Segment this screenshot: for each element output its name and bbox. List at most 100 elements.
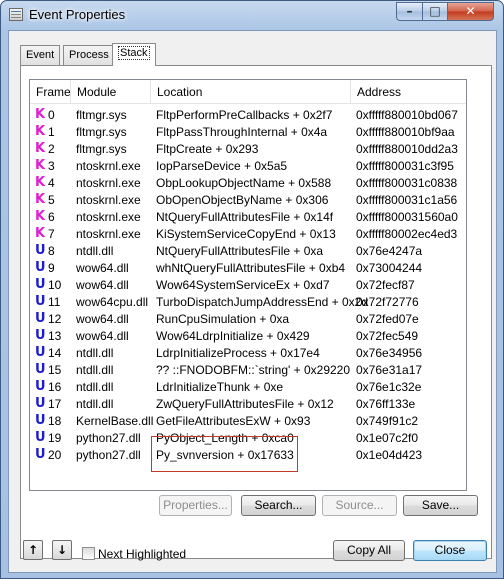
source-button[interactable]: Source...	[322, 495, 397, 516]
properties-button-label: Properties...	[163, 498, 228, 512]
frame-cell: 1	[48, 125, 55, 139]
stack-row[interactable]: K 2 fltmgr.sys FltpCreate + 0x293 0xfffff880…	[30, 141, 466, 158]
copy-all-button[interactable]: Copy All	[333, 540, 405, 561]
highlight-annotation-box	[151, 436, 298, 472]
frame-cell: 10	[48, 278, 62, 292]
frame-cell: 2	[48, 142, 55, 156]
address-cell: 0xfffff880010dd2a3	[356, 142, 458, 156]
location-cell: TurboDispatchJumpAddressEnd + 0x2d	[156, 295, 369, 309]
address-cell: 0x72fecf87	[356, 278, 415, 292]
stack-row[interactable]: U 18 KernelBase.dll GetFileAttributesExW + …	[30, 413, 466, 430]
user-frame-icon: U	[35, 413, 46, 428]
frame-cell: 6	[48, 210, 55, 224]
location-cell: whNtQueryFullAttributesFile + 0xb4	[156, 261, 346, 275]
address-cell: 0x1e04d423	[356, 448, 423, 462]
save-button[interactable]: Save...	[403, 495, 478, 516]
location-cell: LdrInitializeThunk + 0xe	[156, 380, 284, 394]
address-cell: 0x72fed07e	[356, 312, 419, 326]
stack-row[interactable]: K 0 fltmgr.sys FltpPerformPreCallbacks + 0x…	[30, 107, 466, 124]
column-header-module[interactable]: Module	[77, 85, 116, 99]
stack-row[interactable]: U 10 wow64.dll Wow64SystemServiceEx + 0xd7 0…	[30, 277, 466, 294]
column-header-frame[interactable]: Frame	[36, 85, 71, 99]
stack-row[interactable]: K 4 ntoskrnl.exe ObpLookupObjectName + 0x58…	[30, 175, 466, 192]
module-cell: fltmgr.sys	[76, 108, 127, 122]
user-frame-icon: U	[35, 243, 46, 258]
location-cell: IopParseDevice + 0x5a5	[156, 159, 288, 173]
frame-cell: 4	[48, 176, 55, 190]
user-frame-icon: U	[35, 447, 46, 462]
stack-row[interactable]: K 3 ntoskrnl.exe IopParseDevice + 0x5a5 0xff…	[30, 158, 466, 175]
user-frame-icon: U	[35, 362, 46, 377]
move-up-button[interactable]: ↑	[23, 540, 43, 560]
tab-process[interactable]: Process	[63, 45, 115, 65]
module-cell: ntdll.dll	[76, 380, 114, 394]
stack-row[interactable]: U 15 ntdll.dll ?? ::FNODOBFM::`string' + 0…	[30, 362, 466, 379]
properties-button[interactable]: Properties...	[159, 495, 232, 516]
user-frame-icon: U	[35, 430, 46, 445]
frame-cell: 12	[48, 312, 62, 326]
stack-row[interactable]: U 16 ntdll.dll LdrInitializeThunk + 0xe 0x76…	[30, 379, 466, 396]
location-cell: ObpLookupObjectName + 0x588	[156, 176, 332, 190]
stack-row[interactable]: U 17 ntdll.dll ZwQueryFullAttributesFile + …	[30, 396, 466, 413]
user-frame-icon: U	[35, 294, 46, 309]
maximize-button[interactable]: □	[422, 2, 448, 21]
stack-row[interactable]: U 8 ntdll.dll NtQueryFullAttributesFile + 0…	[30, 243, 466, 260]
stack-row[interactable]: U 9 wow64.dll whNtQueryFullAttributesFile +…	[30, 260, 466, 277]
close-button[interactable]: Close	[413, 540, 487, 561]
address-cell: 0xfffff880010bf9aa	[356, 125, 455, 139]
tab-event[interactable]: Event	[20, 45, 61, 65]
address-cell: 0xfffff800031c3f95	[356, 159, 454, 173]
column-divider[interactable]	[150, 80, 151, 104]
location-cell: FltpCreate + 0x293	[156, 142, 259, 156]
frame-cell: 9	[48, 261, 55, 275]
module-cell: ntoskrnl.exe	[76, 176, 141, 190]
search-button[interactable]: Search...	[241, 495, 316, 516]
address-cell: 0x1e07c2f0	[356, 431, 419, 445]
module-cell: wow64.dll	[76, 329, 129, 343]
next-highlighted-checkbox[interactable]	[82, 547, 95, 560]
stack-row[interactable]: U 14 ntdll.dll LdrpInitializeProcess + 0x17…	[30, 345, 466, 362]
stack-row[interactable]: K 5 ntoskrnl.exe ObOpenObjectByName + 0x306…	[30, 192, 466, 209]
address-cell: 0x72fec549	[356, 329, 419, 343]
kernel-frame-icon: K	[35, 158, 46, 173]
column-header-address[interactable]: Address	[357, 85, 401, 99]
close-window-button[interactable]: ✕	[447, 2, 494, 21]
frame-cell: 17	[48, 397, 62, 411]
location-cell: RunCpuSimulation + 0xa	[156, 312, 290, 326]
module-cell: wow64.dll	[76, 312, 129, 326]
stack-row[interactable]: U 13 wow64.dll Wow64LdrpInitialize + 0x429 0…	[30, 328, 466, 345]
column-divider[interactable]	[70, 80, 71, 104]
next-highlighted-label[interactable]: Next Highlighted	[98, 547, 186, 561]
stack-list[interactable]: Frame Module Location Address K 0 fltmgr.s…	[29, 79, 467, 491]
stack-row[interactable]: K 6 ntoskrnl.exe NtQueryFullAttributesFile …	[30, 209, 466, 226]
column-header-location[interactable]: Location	[157, 85, 202, 99]
location-cell: FltpPassThroughInternal + 0x4a	[156, 125, 328, 139]
title-bar[interactable]: Event Properties – □ ✕	[1, 1, 503, 29]
kernel-frame-icon: K	[35, 175, 46, 190]
close-button-label: Close	[434, 543, 466, 557]
stack-row[interactable]: U 12 wow64.dll RunCpuSimulation + 0xa 0x72fe…	[30, 311, 466, 328]
frame-cell: 14	[48, 346, 62, 360]
minimize-button[interactable]: –	[396, 2, 423, 21]
search-button-label: Search...	[254, 498, 303, 512]
stack-row[interactable]: K 1 fltmgr.sys FltpPassThroughInternal + 0x…	[30, 124, 466, 141]
kernel-frame-icon: K	[35, 209, 46, 224]
frame-cell: 3	[48, 159, 55, 173]
move-down-button[interactable]: ↓	[52, 540, 72, 560]
location-cell: Wow64SystemServiceEx + 0xd7	[156, 278, 330, 292]
location-cell: Wow64LdrpInitialize + 0x429	[156, 329, 310, 343]
frame-cell: 18	[48, 414, 62, 428]
address-cell: 0x72f72776	[356, 295, 419, 309]
tab-process-label: Process	[69, 49, 109, 61]
stack-row[interactable]: U 11 wow64cpu.dll TurboDispatchJumpAddressE…	[30, 294, 466, 311]
column-divider[interactable]	[350, 80, 351, 104]
address-cell: 0xfffff800031560a0	[356, 210, 458, 224]
location-cell: NtQueryFullAttributesFile + 0xa	[156, 244, 324, 258]
address-cell: 0x76e31a17	[356, 363, 423, 377]
tab-stack[interactable]: Stack	[112, 43, 156, 66]
tab-stack-label: Stack	[118, 46, 150, 60]
location-cell: FltpPerformPreCallbacks + 0x2f7	[156, 108, 333, 122]
stack-row[interactable]: K 7 ntoskrnl.exe KiSystemServiceCopyEnd + 0…	[30, 226, 466, 243]
user-frame-icon: U	[35, 396, 46, 411]
address-cell: 0xfffff800031c1a56	[356, 193, 458, 207]
